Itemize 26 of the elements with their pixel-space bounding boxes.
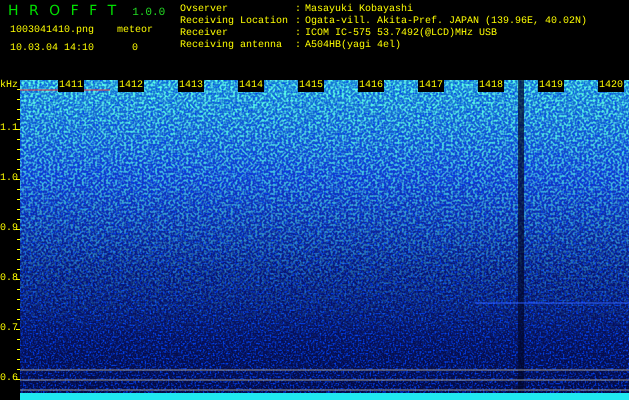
field-label: Receiver — [180, 28, 230, 40]
counter-label: meteor — [116, 25, 154, 37]
version-number: 1.0.0 — [132, 7, 166, 19]
field-value: Masayuki Kobayashi — [305, 4, 414, 16]
field-label: Receiving antenna — [180, 40, 284, 52]
frequency-label: 1.1 — [0, 123, 18, 135]
frequency-label: 0.8 — [0, 273, 18, 285]
colon-separator: : — [295, 40, 302, 52]
colon-separator: : — [295, 4, 302, 16]
field-value: A504HB(yagi 4el) — [305, 40, 402, 52]
colon-separator: : — [295, 16, 302, 28]
app-title: H R O F F T — [8, 4, 118, 18]
unit-label: kHz — [0, 80, 18, 92]
frequency-label: 0.6 — [0, 373, 18, 385]
timestamp: 10.03.04 14:10 — [10, 43, 96, 55]
frequency-label: 0.9 — [0, 223, 18, 235]
frequency-label: 0.7 — [0, 323, 18, 335]
file-name: 1003041410.png — [10, 25, 96, 37]
frequency-label: 1.0 — [0, 173, 18, 185]
field-label: Receiving Location — [180, 16, 290, 28]
field-value: Ogata-vill. Akita-Pref. JAPAN (139.96E, 40.02N) — [305, 16, 588, 28]
time-label: 1411 — [58, 80, 84, 92]
field-label: Ovserver — [180, 4, 230, 16]
colon-separator: : — [295, 28, 302, 40]
counter-value: 0 — [130, 43, 139, 55]
field-value: ICOM IC-575 53.7492(@LCD)MHz USB — [305, 28, 498, 40]
